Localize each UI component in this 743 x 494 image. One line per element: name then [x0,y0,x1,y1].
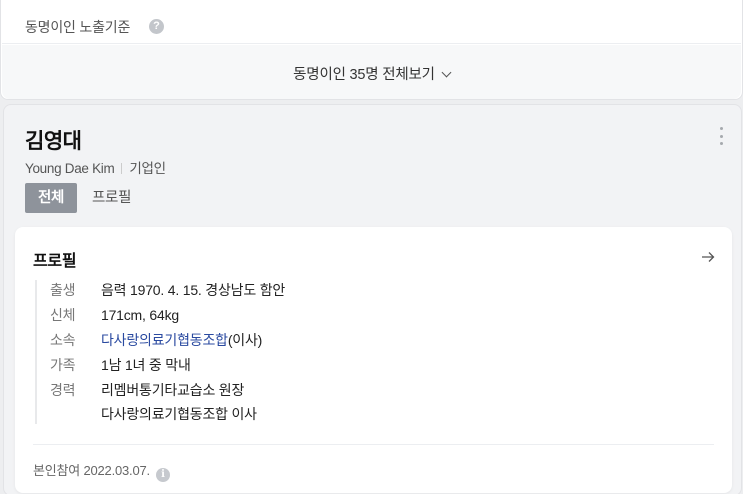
view-all-homonyms-label: 동명이인 35명 전체보기 [293,67,435,83]
info-value: 1남 1녀 중 막내 [101,357,191,373]
previous-result-card: 동명이인 노출기준 ? 동명이인 35명 전체보기 [0,0,743,100]
info-key: 소속 [50,332,76,348]
homonym-criteria-label: 동명이인 노출기준 [25,19,131,35]
info-row-birth: 출생 음력 1970. 4. 15. 경상남도 함안 [50,280,285,305]
person-card: 김영대 Young Dae Kim 기업인 전체 프로필 프로필 출생 음력 19… [3,104,742,494]
divider [121,163,123,174]
occupation: 기업인 [129,161,166,176]
info-value: 리멤버통기타교습소 원장다사랑의료기협동조합 이사 [101,380,257,424]
info-row-affiliation: 소속 다사랑의료기협동조합(이사) [50,330,285,355]
info-row-career: 경력 리멤버통기타교습소 원장다사랑의료기협동조합 이사 [50,380,285,424]
affiliation-link[interactable]: 다사랑의료기협동조합 [101,332,228,348]
info-row-family: 가족 1남 1녀 중 막내 [50,355,285,380]
info-key: 신체 [50,307,76,323]
chevron-down-icon [441,67,452,78]
info-key: 가족 [50,357,76,373]
english-name: Young Dae Kim [25,161,115,176]
profile-title[interactable]: 프로필 [33,247,77,271]
tab-all[interactable]: 전체 [25,183,77,213]
tab-profile[interactable]: 프로필 [92,183,131,213]
person-name[interactable]: 김영대 [25,125,82,155]
divider [33,444,714,445]
view-all-homonyms-button[interactable]: 동명이인 35명 전체보기 [2,45,741,99]
info-value: 음력 1970. 4. 15. 경상남도 함안 [101,282,286,298]
self-participation-note: 본인참여 2022.03.07. i [33,460,170,482]
info-value: 다사랑의료기협동조합(이사) [101,330,262,355]
arrow-right-icon[interactable] [701,251,715,263]
info-row-body: 신체 171cm, 64kg [50,305,285,330]
person-subline: Young Dae Kim 기업인 [25,157,166,177]
self-participation-date: 본인참여 2022.03.07. [33,463,150,478]
affiliation-role: (이사) [227,332,263,348]
profile-section: 프로필 출생 음력 1970. 4. 15. 경상남도 함안 신체 171cm,… [15,227,732,493]
info-key: 출생 [50,282,76,298]
kebab-menu-icon[interactable] [719,127,723,145]
info-key: 경력 [50,382,76,398]
info-icon[interactable]: i [155,468,170,482]
career-item: 리멤버통기타교습소 원장 [101,382,245,398]
homonym-criteria-row[interactable]: 동명이인 노출기준 ? [2,0,741,44]
profile-info-list: 출생 음력 1970. 4. 15. 경상남도 함안 신체 171cm, 64k… [35,280,285,424]
career-item: 다사랑의료기협동조합 이사 [101,406,257,422]
info-value: 171cm, 64kg [101,307,179,323]
question-circle-icon[interactable]: ? [149,19,164,34]
